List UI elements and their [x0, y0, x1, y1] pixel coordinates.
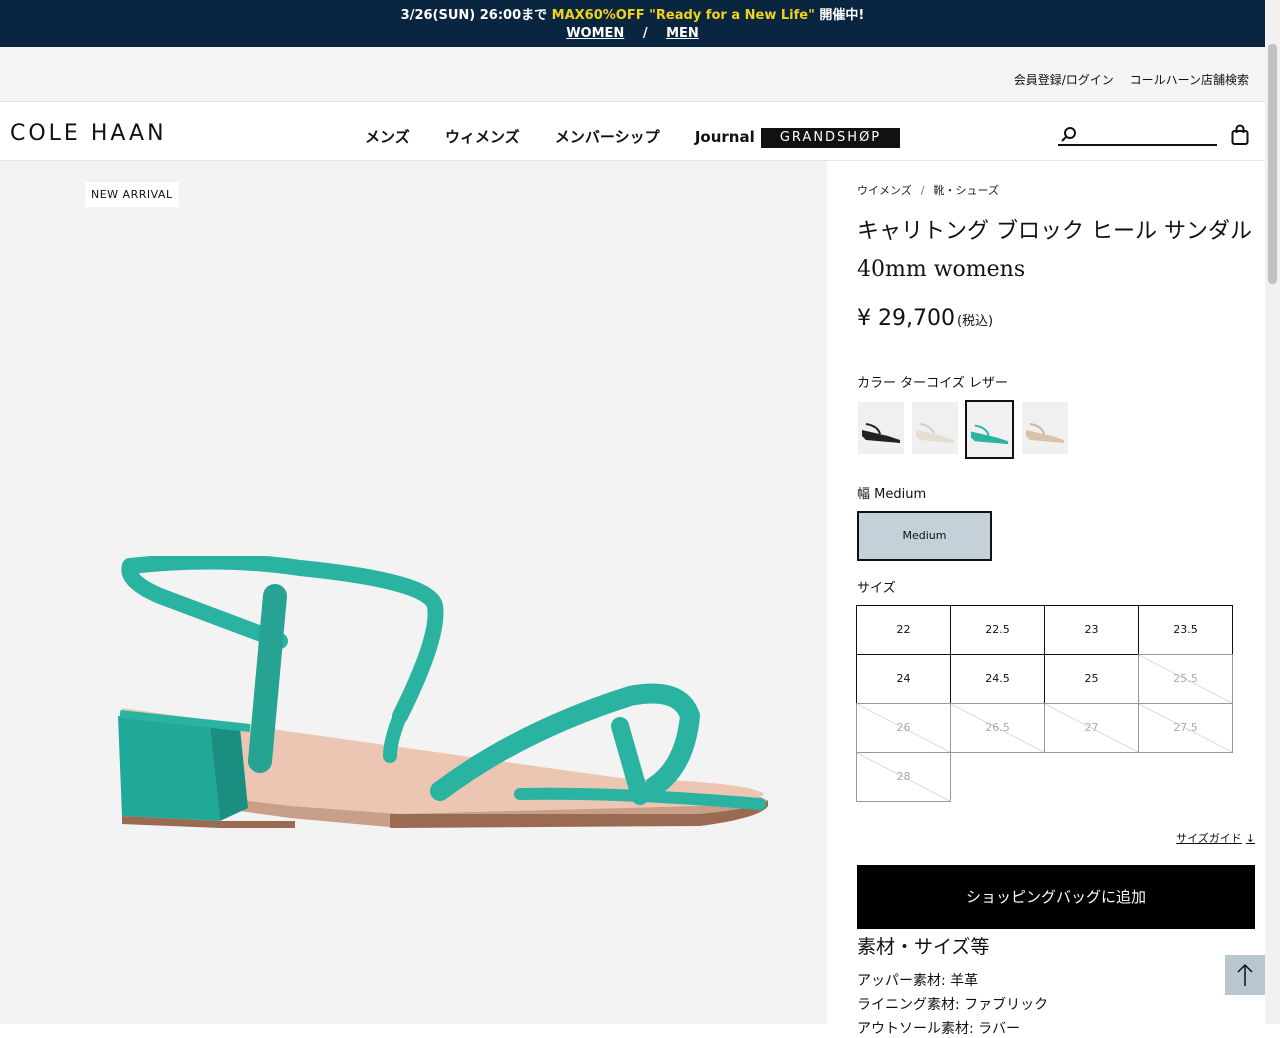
store-search-link[interactable]: コールハーン店舗検索 — [1130, 73, 1249, 87]
size-option: 25.5 — [1138, 654, 1233, 704]
nav-item-membership[interactable]: メンバーシップ — [555, 128, 660, 146]
breadcrumb-item-shoes[interactable]: 靴・シューズ — [934, 184, 999, 197]
material-upper: アッパー素材: 羊革 — [857, 973, 979, 989]
search-box — [1058, 124, 1217, 146]
search-icon[interactable] — [1060, 126, 1078, 144]
price-tax: (税込) — [956, 314, 994, 329]
product-title: キャリトング ブロック ヒール サンダル 40mm womens — [857, 213, 1257, 289]
breadcrumb-item-womens[interactable]: ウイメンズ — [857, 184, 912, 197]
promo-highlight: MAX60%OFF "Ready for a New Life" — [551, 8, 815, 23]
breadcrumb: ウイメンズ / 靴・シューズ — [857, 182, 999, 198]
add-to-bag-button[interactable]: ショッピングバッグに追加 — [857, 865, 1255, 929]
product-title-line2: 40mm womens — [857, 257, 1026, 282]
size-option[interactable]: 23 — [1044, 605, 1139, 655]
color-swatch-white[interactable] — [911, 401, 959, 455]
size-option: 27 — [1044, 703, 1139, 753]
color-label: カラー ターコイズ レザー — [857, 376, 1008, 391]
nav-item-womens[interactable]: ウィメンズ — [445, 128, 520, 146]
promo-link-women[interactable]: WOMEN — [566, 26, 624, 41]
width-option-medium[interactable]: Medium — [857, 511, 992, 561]
back-to-top-button[interactable] — [1225, 955, 1265, 995]
arrow-down-icon: ↓ — [1245, 832, 1255, 845]
promo-text: 3/26(SUN) 26:00まで MAX60%OFF "Ready for a… — [0, 4, 1265, 23]
promo-link-men[interactable]: MEN — [666, 26, 699, 41]
arrow-up-icon — [1237, 963, 1253, 986]
page-scrollbar[interactable] — [1265, 0, 1280, 1024]
size-option[interactable]: 24.5 — [950, 654, 1045, 704]
login-link[interactable]: 会員登録/ログイン — [1014, 73, 1114, 87]
scrollbar-thumb[interactable] — [1268, 44, 1277, 284]
shopping-bag-icon[interactable] — [1231, 124, 1249, 146]
size-option: 26.5 — [950, 703, 1045, 753]
product-info-pane: ウイメンズ / 靴・シューズ キャリトング ブロック ヒール サンダル 40mm w… — [827, 161, 1265, 1037]
width-label: 幅 Medium — [857, 487, 927, 502]
size-option[interactable]: 22 — [856, 605, 951, 655]
size-guide-label: サイズガイド — [1176, 832, 1242, 845]
material-lining: ライニング素材: ファブリック — [857, 997, 1049, 1013]
size-option[interactable]: 25 — [1044, 654, 1139, 704]
search-input[interactable] — [1082, 124, 1214, 144]
utility-bar: 会員登録/ログイン コールハーン店舗検索 — [0, 47, 1265, 102]
materials-heading: 素材・サイズ等 — [857, 936, 990, 958]
color-swatch-beige[interactable] — [1021, 401, 1069, 455]
grandshop-button[interactable]: GRANDSHØP — [761, 128, 900, 148]
logo[interactable]: COLE HAAN — [10, 121, 167, 146]
new-arrival-badge: NEW ARRIVAL — [85, 182, 179, 207]
price-value: ¥ 29,700 — [857, 306, 955, 331]
nav-item-mens[interactable]: メンズ — [365, 128, 410, 146]
material-outsole: アウトソール素材: ラバー — [857, 1021, 1021, 1037]
color-swatch-black[interactable] — [857, 401, 905, 455]
size-option[interactable]: 24 — [856, 654, 951, 704]
breadcrumb-separator: / — [920, 184, 925, 197]
product-title-line1: キャリトング ブロック ヒール サンダル — [857, 219, 1252, 244]
size-option: 28 — [856, 752, 951, 802]
size-guide-link[interactable]: サイズガイド ↓ — [1176, 830, 1255, 846]
site-header: COLE HAAN メンズ ウィメンズ メンバーシップ Journal GRAN… — [0, 102, 1265, 161]
size-option[interactable]: 22.5 — [950, 605, 1045, 655]
promo-separator: / — [642, 26, 648, 41]
promo-prefix: 3/26(SUN) 26:00まで — [400, 8, 552, 23]
product-image[interactable] — [100, 556, 780, 846]
color-swatch-turquoise[interactable] — [965, 400, 1014, 459]
product-image-pane: NEW ARRIVAL — [0, 161, 827, 1024]
size-option[interactable]: 23.5 — [1138, 605, 1233, 655]
promo-banner: 3/26(SUN) 26:00まで MAX60%OFF "Ready for a… — [0, 0, 1265, 47]
size-option: 26 — [856, 703, 951, 753]
product-price: ¥ 29,700 (税込) — [857, 306, 993, 331]
size-option: 27.5 — [1138, 703, 1233, 753]
main-nav: メンズ ウィメンズ メンバーシップ Journal — [365, 126, 785, 147]
size-label: サイズ — [857, 581, 896, 596]
nav-item-journal[interactable]: Journal — [695, 128, 755, 146]
promo-suffix: 開催中! — [814, 8, 865, 23]
